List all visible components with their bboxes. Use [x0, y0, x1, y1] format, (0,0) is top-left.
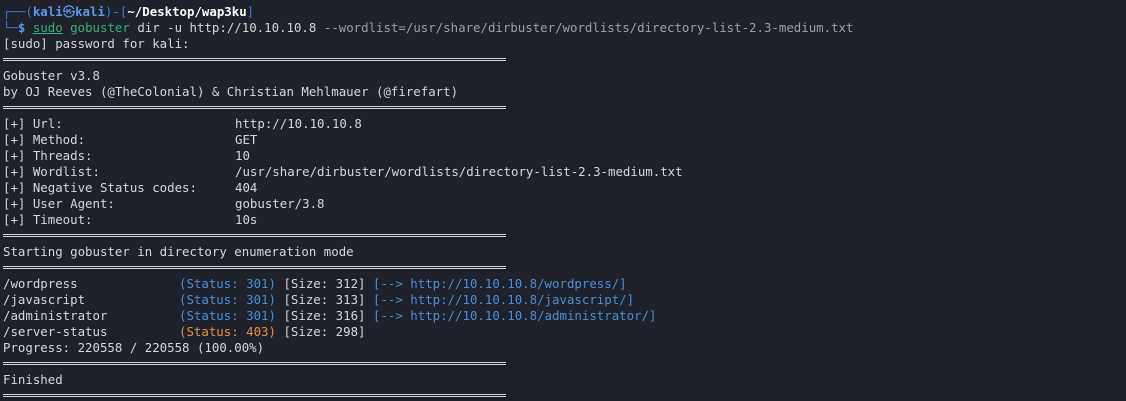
- response-size: [Size: 312]: [283, 276, 366, 291]
- prompt-line: ┌──(kali㉿kali)-[~/Desktop/wap3ku]: [3, 4, 1126, 20]
- status-code: (Status: 301): [179, 276, 276, 291]
- config-row-method: [+] Method: GET: [3, 132, 258, 147]
- prompt-host: kali: [75, 4, 105, 19]
- result-row: /administrator (Status: 301) [Size: 316] …: [3, 308, 657, 323]
- prompt-dollar: $: [17, 20, 26, 35]
- separator: [3, 100, 1126, 116]
- separator: [3, 388, 1126, 401]
- status-code: (Status: 403): [179, 324, 276, 339]
- command-sudo: sudo: [32, 20, 63, 35]
- banner-title: Gobuster v3.8: [3, 68, 100, 83]
- result-row: /server-status (Status: 403) [Size: 298]: [3, 324, 366, 339]
- redirect-link[interactable]: [--> http://10.10.10.8/javascript/]: [373, 292, 634, 307]
- result-row: /wordpress (Status: 301) [Size: 312] [-->…: [3, 276, 627, 291]
- separator: [3, 356, 1126, 372]
- config-row-wordlist: [+] Wordlist:/usr/share/dirbuster/wordli…: [3, 164, 683, 179]
- separator: [3, 260, 1126, 276]
- starting-message: Starting gobuster in directory enumerati…: [3, 244, 354, 259]
- config-row-timeout: [+] Timeout: 10s: [3, 212, 258, 227]
- response-size: [Size: 313]: [283, 292, 366, 307]
- command-args: dir -u http://10.10.10.8: [129, 20, 324, 35]
- banner-credits: by OJ Reeves (@TheColonial) & Christian …: [3, 84, 459, 99]
- redirect-link[interactable]: [--> http://10.10.10.8/administrator/]: [373, 308, 656, 323]
- prompt-box-top: ┌──(: [3, 4, 33, 19]
- prompt-at: ㉿: [62, 4, 76, 19]
- redirect-link[interactable]: [--> http://10.10.10.8/wordpress/]: [373, 276, 627, 291]
- terminal-window[interactable]: ┌──(kali㉿kali)-[~/Desktop/wap3ku] └─$ su…: [0, 0, 1126, 401]
- prompt-close: ]: [246, 4, 255, 19]
- config-row-negative-status: [+] Negative Status codes: 404: [3, 180, 258, 195]
- sudo-password-prompt: [sudo] password for kali:: [3, 36, 190, 51]
- status-code: (Status: 301): [179, 292, 276, 307]
- prompt-mid: )-[: [104, 4, 128, 19]
- result-row: /javascript (Status: 301) [Size: 313] [--…: [3, 292, 635, 307]
- response-size: [Size: 316]: [283, 308, 366, 323]
- response-size: [Size: 298]: [283, 324, 366, 339]
- prompt-path: ~/Desktop/wap3ku: [127, 4, 247, 19]
- status-code: (Status: 301): [179, 308, 276, 323]
- command-line[interactable]: └─$ sudo gobuster dir -u http://10.10.10…: [3, 20, 1126, 36]
- command-wordlist-arg: --wordlist=/usr/share/dirbuster/wordlist…: [323, 20, 854, 35]
- finished-message: Finished: [3, 372, 63, 387]
- command-program: gobuster: [70, 20, 130, 35]
- prompt-box-bottom: └─: [3, 20, 18, 35]
- separator: [3, 52, 1126, 68]
- config-row-user-agent: [+] User Agent: gobuster/3.8: [3, 196, 325, 211]
- config-row-url: [+] Url: http://10.10.10.8: [3, 116, 362, 131]
- prompt-user: kali: [32, 4, 63, 19]
- separator: [3, 228, 1126, 244]
- progress-line: Progress: 220558 / 220558 (100.00%): [3, 340, 265, 355]
- config-row-threads: [+] Threads: 10: [3, 148, 250, 163]
